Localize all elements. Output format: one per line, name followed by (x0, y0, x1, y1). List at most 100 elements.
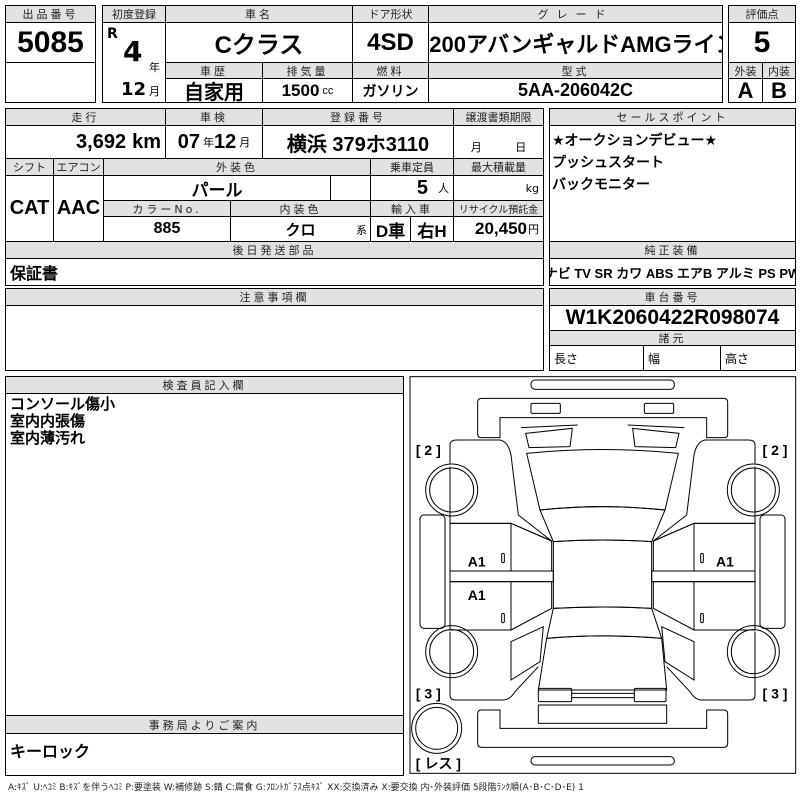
plate-label: 登録番号 (262, 108, 454, 126)
score: 5 (728, 22, 796, 63)
spare-tire (411, 702, 463, 754)
door-type: 4SD (352, 22, 429, 63)
first-reg-month: 12 (121, 79, 147, 100)
history: 自家用 (165, 78, 263, 103)
inspector-label: 検査員記入欄 (5, 376, 404, 394)
car-name: Cクラス (165, 22, 353, 63)
inspection-month-unit: 月 (239, 137, 251, 149)
length: 長さ (549, 345, 644, 371)
damage-mark: A1 (468, 587, 486, 603)
later-parts: 保証書 (5, 258, 544, 286)
inspection-label: 車検 (165, 108, 263, 126)
model-code: 5AA-206042C (428, 78, 723, 103)
plate-number: 横浜 379ホ3110 (262, 125, 454, 159)
notes-label: 注意事項欄 (5, 288, 544, 306)
front-lamps (525, 427, 680, 449)
model-label: 型式 (428, 62, 723, 79)
grade-label: グレード (428, 5, 723, 23)
rear-bumper-bar (530, 756, 675, 766)
ext-grade-label: 外装 (728, 62, 763, 79)
first-reg-label: 初度登録 (102, 5, 166, 23)
inspection-month: 12 (214, 130, 237, 153)
ext-color-label: 外装色 (103, 158, 371, 176)
car-damage-diagram: [ 2 ] [ 2 ] [ 3 ] [ 3 ] [ レス ] A1 A1 A1 (409, 376, 797, 774)
ac-label: エアコン (53, 158, 104, 176)
width: 幅 (643, 345, 721, 371)
lot-label: 出品番号 (5, 5, 96, 23)
sales-point: バックモニター (552, 177, 650, 193)
recycle-fee: 20,450 円 (453, 216, 544, 242)
inspector-note: 室内内張傷 (10, 412, 86, 430)
inspector-note: コンソール傷小 (10, 395, 116, 413)
ext-color-blank (330, 175, 371, 201)
sales-point: ★オークションデビュー★ (552, 133, 718, 149)
displacement-label: 排気量 (262, 62, 353, 79)
trunk (537, 635, 668, 691)
equipment-label: 純正装備 (549, 241, 796, 259)
ext-color: パール (103, 175, 331, 201)
sales-points: ★オークションデビュー★ プッシュスタート バックモニター (549, 125, 796, 242)
first-reg-cell: R 4 年 12 月 (102, 22, 166, 103)
shift-label: シフト (5, 158, 54, 176)
tire-rear-right-label: [ 3 ] (763, 685, 788, 701)
displacement-value: 1500 (281, 80, 320, 100)
notes (5, 305, 544, 371)
mileage-value: 3,692 (76, 130, 127, 153)
office-label: 事務局よりご案内 (5, 715, 404, 734)
door-label: ドア形状 (352, 5, 429, 23)
spare-tire-label: [ レス ] (416, 755, 461, 771)
month-unit: 月 (149, 85, 160, 98)
int-color-unit: 系 (356, 225, 367, 237)
diagram-border (409, 376, 797, 774)
first-reg-year: 4 (123, 35, 143, 68)
front-bumper-bar (530, 379, 675, 390)
max-load: kg (453, 175, 544, 201)
transfer-month-unit: 月 (470, 141, 482, 154)
transfer-deadline: 月日 (453, 125, 544, 159)
recycle-unit: 円 (528, 224, 539, 236)
hood (526, 449, 679, 511)
era: R (107, 26, 118, 42)
grille-line (520, 424, 685, 429)
int-color: クロ 系 (230, 216, 371, 242)
transfer-day-unit: 日 (515, 141, 527, 154)
left-side-panels (419, 439, 554, 701)
mileage-label: 走行 (5, 108, 166, 126)
sales-points-label: セールスポイント (549, 108, 796, 126)
rear-panel (537, 704, 668, 724)
office-note: キーロック (5, 733, 404, 776)
int-color-value: クロ (285, 221, 316, 239)
color-no-label: カラーNo. (103, 200, 231, 217)
ac: AAC (53, 175, 104, 242)
capacity-unit: 人 (438, 183, 449, 195)
right-hand-drive: 右H (410, 216, 454, 242)
later-parts-label: 後日発送部品 (5, 241, 544, 259)
tire-front-left-label: [ 2 ] (416, 442, 441, 458)
car-name-label: 車名 (165, 5, 353, 23)
lot-blank (5, 62, 96, 103)
color-no: 885 (103, 216, 231, 242)
ext-grade: A (728, 78, 763, 103)
headlight-left (530, 402, 561, 414)
sales-point: プッシュスタート (552, 155, 664, 171)
height: 高さ (720, 345, 796, 371)
displacement: 1500 cc (262, 78, 353, 103)
mileage-unit: km (132, 130, 161, 153)
inspection: 07 年 12 月 (165, 125, 263, 159)
headlight-right (643, 402, 675, 414)
mileage: 3,692 km (5, 125, 166, 159)
tire-front-right-label: [ 2 ] (763, 442, 788, 458)
chassis-label: 車台番号 (549, 288, 796, 306)
inspection-year: 07 (177, 130, 200, 153)
max-load-label: 最大積載量 (453, 158, 544, 176)
int-grade-label: 内装 (762, 62, 796, 79)
legend: A:ｷｽﾞ U:ﾍｺﾐ B:ｷｽﾞを伴うﾍｺﾐ P:要塗装 W:補修跡 S:錆 … (8, 783, 584, 793)
damage-mark: A1 (468, 554, 486, 570)
front-bumper (477, 397, 729, 439)
recycle-label: リサイクル預託金 (453, 200, 544, 217)
int-grade: B (762, 78, 796, 103)
grade: C200アバンギャルドAMGライン (428, 22, 723, 63)
transfer-label: 譲渡書類期限 (453, 108, 544, 126)
tire-rear-left-label: [ 3 ] (416, 685, 441, 701)
fuel: ガソリン (352, 78, 429, 103)
